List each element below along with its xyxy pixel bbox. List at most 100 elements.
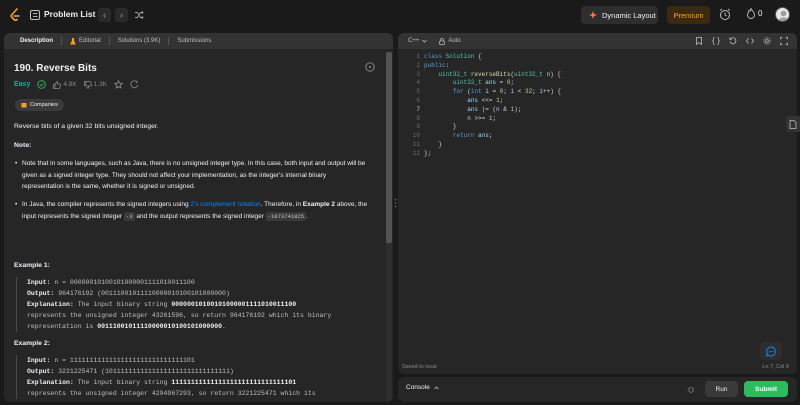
description-panel: Description Editorial Solutions (3.9K) S…: [4, 33, 393, 402]
example-2-block: Input: n = 11111111111111111111111111111…: [16, 355, 371, 399]
like-button[interactable]: 4.8K: [53, 80, 77, 89]
language-select[interactable]: C++: [408, 38, 428, 44]
line-number: 12: [412, 149, 420, 157]
fullscreen-icon[interactable]: [780, 37, 788, 45]
note2-text-a: In Java, the compiler represents the sig…: [22, 201, 191, 208]
note2-example-ref: Example 2: [302, 201, 335, 208]
code-editor[interactable]: 1 2 3 4 5 6 7 8 9 10 11 12 class Solution { public:…: [398, 53, 797, 353]
run-button[interactable]: Run: [705, 381, 738, 397]
line-number: 1: [416, 53, 420, 60]
ai-chat-button[interactable]: [760, 342, 782, 360]
avatar-icon: [778, 10, 789, 21]
problem-list-icon[interactable]: [30, 10, 40, 20]
chat-bubble-icon: [765, 346, 776, 357]
cursor-position: Ln 7, Col 9: [762, 364, 789, 370]
problem-list-link[interactable]: Problem List: [44, 9, 95, 19]
note-heading: Note:: [14, 142, 32, 149]
companies-tag[interactable]: Companies: [15, 99, 64, 111]
dynamic-layout-label: Dynamic Layout: [602, 10, 656, 20]
code-text[interactable]: class Solution { public: uint32_t revers…: [424, 53, 561, 159]
thumbs-up-icon: [53, 80, 62, 89]
premium-button[interactable]: Premium: [667, 6, 710, 24]
note-item-1-text: Note that in some languages, such as Jav…: [22, 160, 366, 190]
tab-submissions-label: Submissions: [177, 38, 212, 44]
shuffle-icon[interactable]: [134, 10, 144, 20]
example-1-explanation-b: represents the unsigned integer 43261596…: [27, 312, 332, 319]
example-2-explanation-a: The input binary string: [77, 379, 172, 386]
bullet-dot: •: [15, 201, 18, 208]
reset-icon[interactable]: [729, 37, 737, 45]
code-icon[interactable]: [746, 37, 754, 45]
console-bar: Console Run Submit: [398, 377, 797, 402]
flask-icon: [70, 37, 76, 44]
example-1-explanation-bold-2: 00111001011110000010100101000000: [97, 323, 223, 330]
share-icon[interactable]: [130, 80, 139, 89]
panel-resize-handle[interactable]: [394, 198, 397, 208]
example-2-output: 3221225471 (1011111111111111111111111111…: [58, 368, 234, 375]
tab-editorial-label: Editorial: [79, 38, 101, 44]
line-number: 10: [412, 132, 420, 140]
debug-icon[interactable]: [687, 385, 695, 393]
line-number: 11: [412, 140, 420, 148]
sparkle-icon: [589, 11, 597, 19]
problem-title: 190. Reverse Bits: [14, 63, 97, 74]
console-toggle[interactable]: Console: [406, 384, 439, 391]
tab-description[interactable]: Description: [12, 33, 61, 49]
auto-mode-toggle[interactable]: Auto: [439, 37, 461, 45]
user-avatar[interactable]: [775, 7, 790, 22]
streak-count: 0: [758, 9, 763, 18]
star-icon[interactable]: [114, 80, 124, 89]
dynamic-layout-button[interactable]: Dynamic Layout: [581, 6, 658, 24]
tab-editorial[interactable]: Editorial: [62, 33, 109, 49]
problem-statement: Reverse bits of a given 32 bits unsigned…: [14, 123, 159, 130]
inline-code-output: -1073741825: [265, 211, 307, 221]
example-2-explanation-bold-1: 11111111111111111111111111111101: [171, 379, 297, 386]
dislike-button[interactable]: 1.3K: [83, 80, 108, 89]
example-1-explanation-a: The input binary string: [77, 301, 172, 308]
like-count: 4.8K: [63, 81, 77, 88]
leetcode-logo-icon[interactable]: [9, 8, 21, 22]
tab-solutions[interactable]: Solutions (3.9K): [110, 33, 169, 49]
bullet-dot: •: [15, 160, 18, 167]
companies-label: Companies: [30, 102, 58, 108]
line-number: 5: [416, 88, 420, 96]
line-number: 3: [416, 70, 420, 78]
next-problem-button[interactable]: ›: [115, 8, 128, 22]
bookmark-icon[interactable]: [695, 37, 703, 45]
editor-actions: [695, 37, 788, 45]
chevron-down-icon: [422, 39, 428, 43]
submit-button[interactable]: Submit: [744, 381, 788, 397]
streak-counter[interactable]: 0: [747, 8, 762, 19]
problem-meta: Easy 4.8K 1.3K: [14, 80, 139, 89]
note-item-2-text: In Java, the compiler represents the sig…: [22, 199, 369, 222]
example-1-explanation-label: Explanation:: [27, 301, 74, 308]
example-1-explanation-bold-1: 00000010100101000001111010011100: [171, 301, 297, 308]
example-2-input: n = 11111111111111111111111111111101: [54, 357, 195, 364]
tab-submissions[interactable]: Submissions: [169, 33, 219, 49]
note2-text-d: and the output represents the signed int…: [134, 212, 266, 220]
twos-complement-link[interactable]: 2's complement notation: [190, 201, 260, 208]
auto-mode-label: Auto: [448, 38, 461, 44]
example-1-output-label: Output:: [27, 290, 55, 297]
settings-gear-icon[interactable]: [763, 37, 771, 45]
alarm-clock-icon[interactable]: [719, 8, 731, 21]
fire-icon: [747, 8, 755, 19]
tab-description-label: Description: [20, 38, 54, 44]
braces-icon[interactable]: [712, 37, 720, 45]
lock-icon: [439, 37, 446, 45]
example-2-input-label: Input:: [27, 357, 51, 364]
inline-code-minus3: -3: [123, 211, 135, 221]
example-1-block: Input: n = 00000010100101000001111010011…: [16, 277, 371, 332]
example-1-heading: Example 1:: [14, 262, 50, 269]
language-value: C++: [408, 38, 420, 44]
example-1-explanation-c: representation is: [27, 323, 98, 330]
dislike-count: 1.3K: [93, 81, 108, 88]
info-icon[interactable]: [365, 62, 375, 72]
notes-side-button[interactable]: [786, 116, 800, 132]
example-1-input: n = 00000010100101000001111010011100: [54, 279, 195, 286]
description-scrollbar[interactable]: [386, 52, 392, 402]
top-navbar: Problem List ‹ › Dynamic Layout Premium …: [0, 0, 800, 30]
prev-problem-button[interactable]: ‹: [98, 8, 111, 22]
scrollbar-thumb[interactable]: [386, 52, 392, 243]
example-2-explanation-b: represents the unsigned integer 42949672…: [27, 390, 316, 397]
